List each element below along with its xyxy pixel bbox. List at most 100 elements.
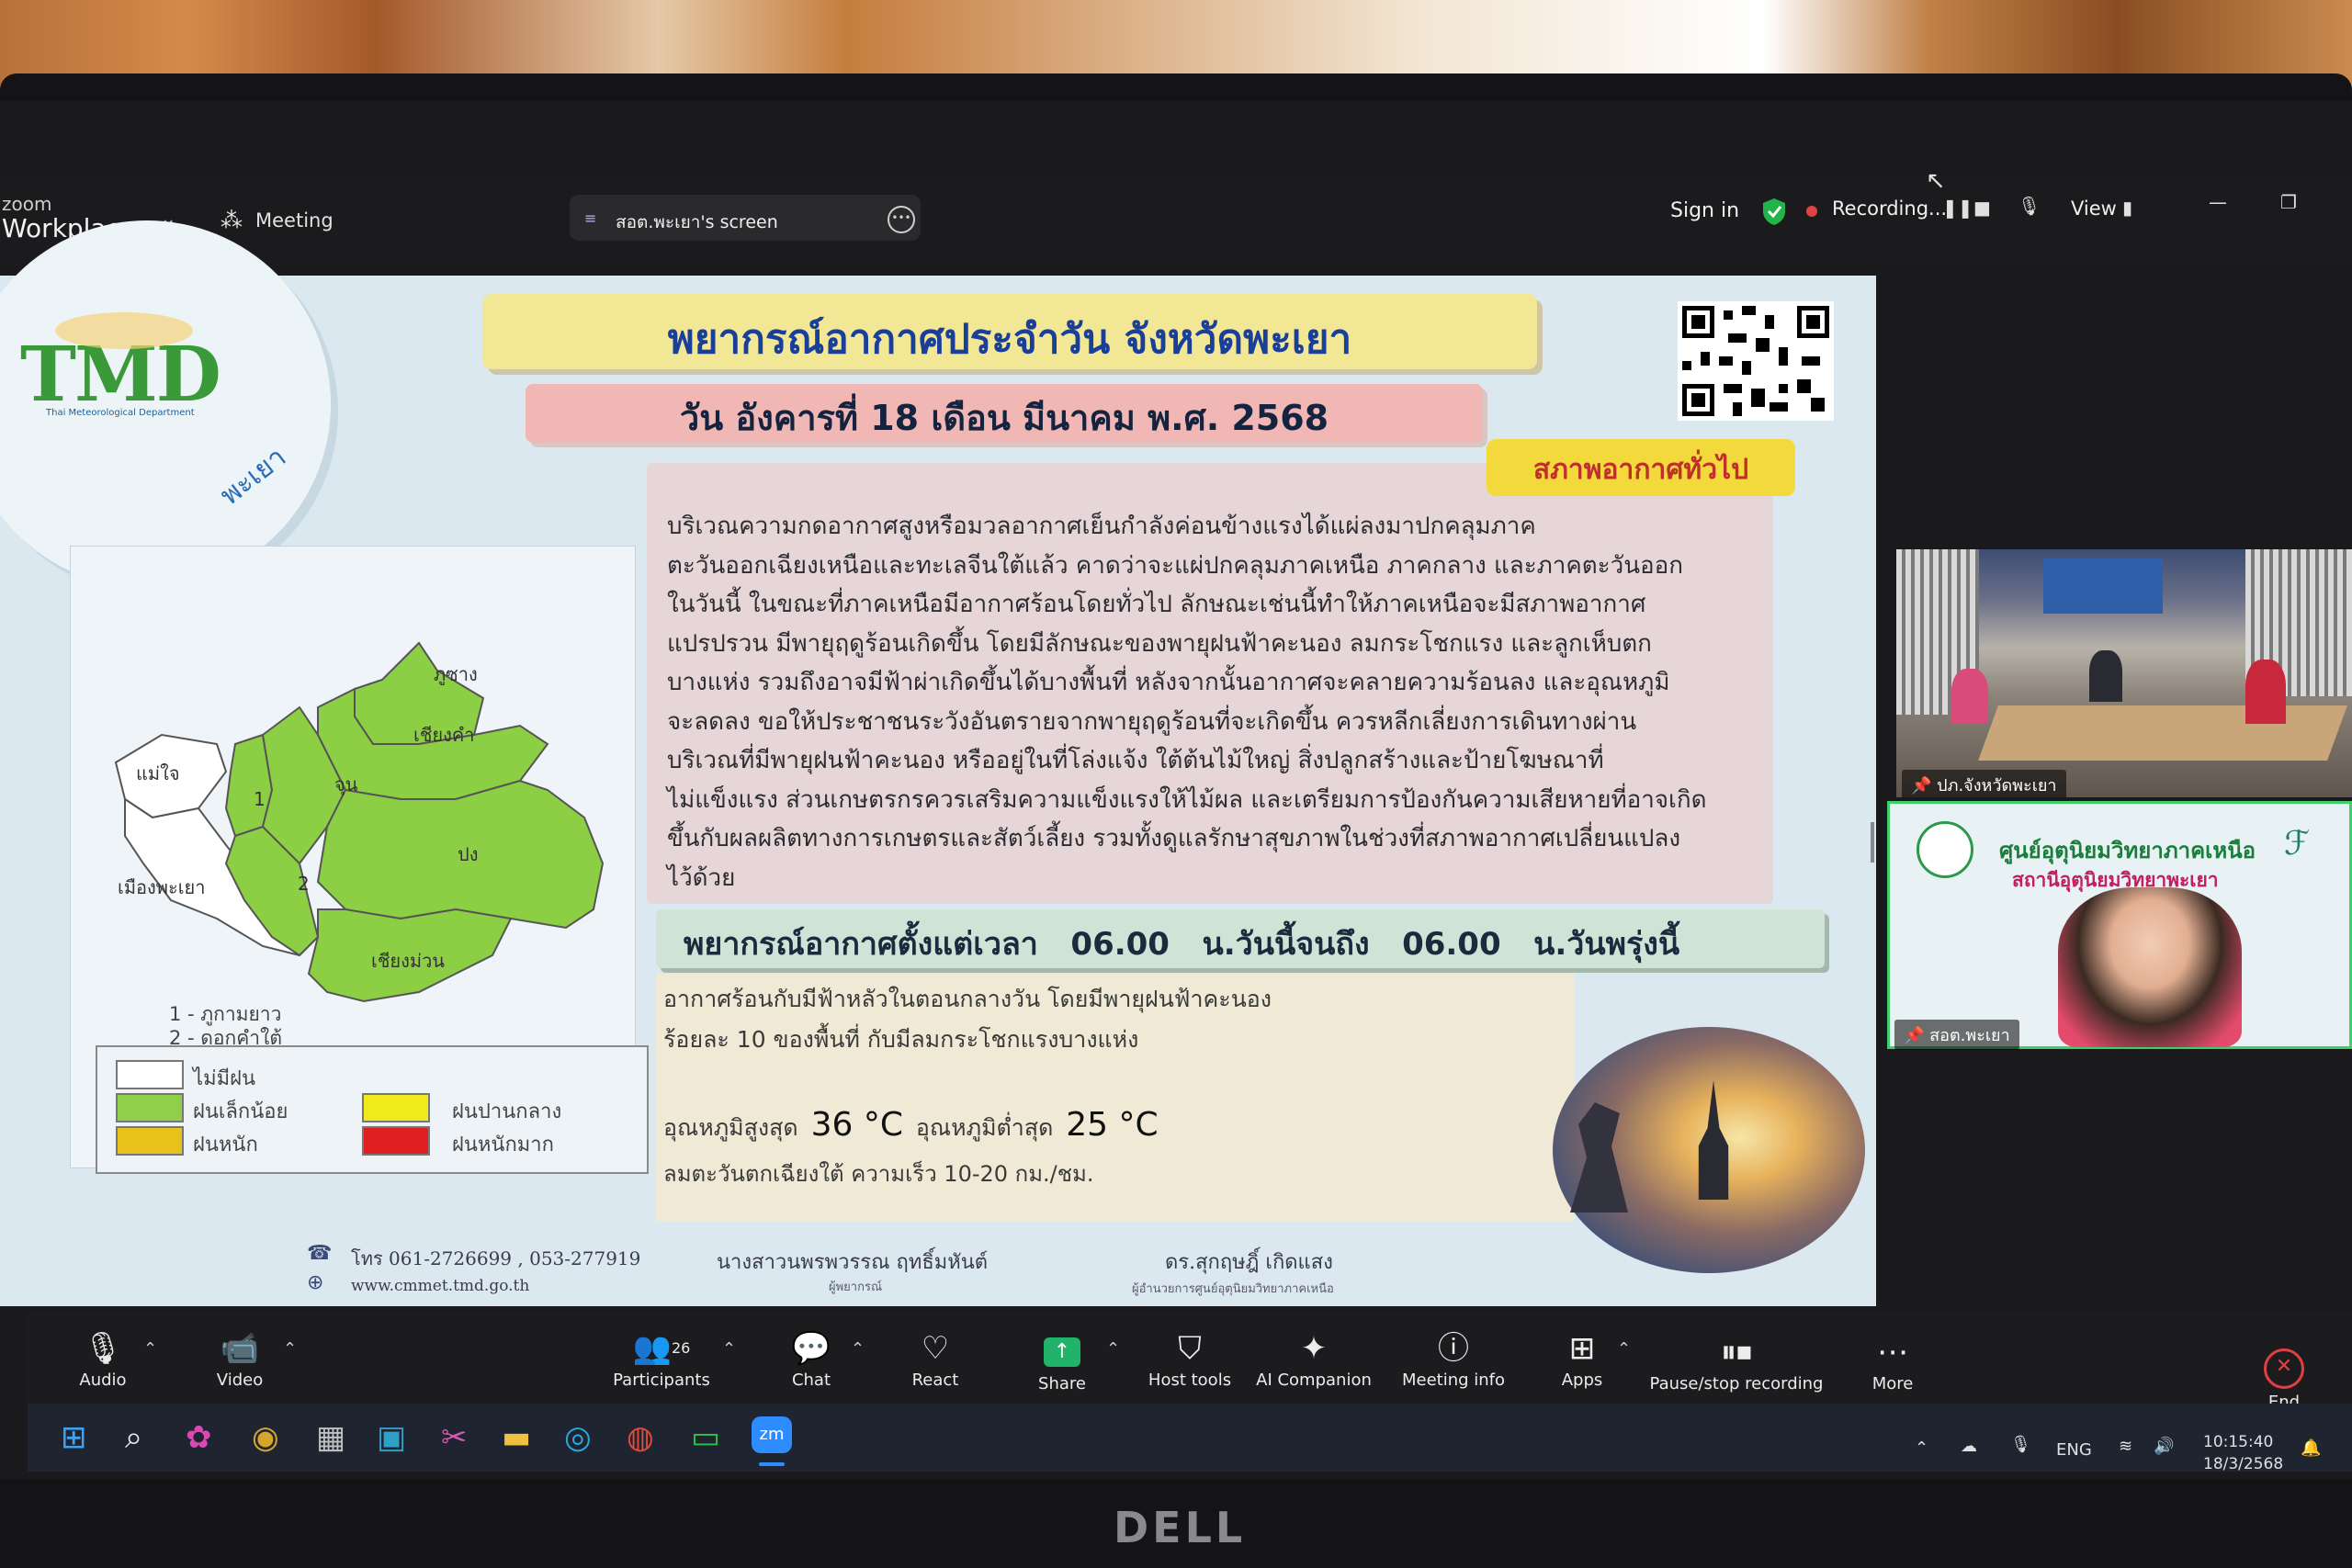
participants-label: Participants (613, 1371, 710, 1390)
meeting-info-button[interactable]: ⓘ Meeting info (1389, 1330, 1518, 1390)
windows-start-icon[interactable]: ⊞ (61, 1404, 87, 1472)
province-map (114, 641, 605, 1003)
general-weather-text: บริเวณความกดอากาศสูงหรือมวลอากาศเย็นกำลั… (667, 507, 1770, 897)
snipping-tool-icon[interactable]: ✂ (441, 1404, 468, 1472)
participant-figure (2245, 660, 2286, 724)
video-tile-room[interactable]: 📌 ปภ.จังหวัดพะเยา (1896, 549, 2352, 797)
tray-overflow-icon[interactable]: ⌃ (1915, 1438, 1928, 1458)
video-tile-label: 📌 ปภ.จังหวัดพะเยา (1902, 770, 2066, 797)
end-meeting-button[interactable]: ✕ End (2256, 1348, 2312, 1412)
slide-title: พยากรณ์อากาศประจำวัน จังหวัดพะเยา (667, 316, 1352, 363)
host-tools-label: Host tools (1148, 1371, 1232, 1390)
view-menu[interactable]: View (2071, 197, 2117, 220)
react-button[interactable]: ♡ React (906, 1330, 965, 1390)
microphone-tray-icon[interactable]: 🎙 (2010, 1435, 2031, 1454)
clock-time[interactable]: 10:15:40 (2203, 1433, 2273, 1451)
encryption-shield-icon[interactable] (1760, 197, 1788, 226)
temp-min-value: 25 °C (1066, 1106, 1159, 1144)
forecast-line-1: อากาศร้อนกับมีฟ้าหลัวในตอนกลางวัน โดยมีพ… (663, 986, 1272, 1012)
room-banner (2043, 558, 2163, 614)
director-name: ดร.สุกฤษฎิ์ เกิดแสง (1165, 1251, 1333, 1274)
chat-options-caret[interactable]: ⌃ (851, 1339, 865, 1359)
apps-options-caret[interactable]: ⌃ (1617, 1339, 1631, 1359)
more-options-icon[interactable]: ••• (888, 206, 915, 233)
line-app-icon[interactable]: ▭ (691, 1404, 720, 1472)
legend-swatch-moderate (362, 1093, 430, 1122)
chrome-browser-icon[interactable]: ◍ (627, 1404, 654, 1472)
pause-stop-recording-button[interactable]: ⏸⏹ Pause/stop recording (1645, 1334, 1828, 1393)
audio-options-caret[interactable]: ⌃ (143, 1339, 157, 1359)
pause-stop-icon: ⏸⏹ (1721, 1334, 1752, 1371)
zoom-app-icon[interactable]: zm (752, 1416, 792, 1453)
minimize-icon[interactable]: — (2209, 191, 2227, 213)
apps-icon: ⊞ (1568, 1330, 1596, 1367)
language-indicator[interactable]: ENG (2056, 1440, 2092, 1460)
search-icon[interactable]: ⌕ (125, 1404, 142, 1472)
participant-figure (2089, 650, 2122, 702)
more-label: More (1871, 1374, 1914, 1393)
video-button[interactable]: 📹 Video (208, 1330, 272, 1390)
logo-sun-icon (55, 312, 193, 349)
wifi-icon[interactable]: ≋ (2119, 1437, 2132, 1456)
pause-stop-label: Pause/stop recording (1649, 1374, 1824, 1393)
share-button[interactable]: ↑ Share (1033, 1337, 1091, 1393)
apps-button[interactable]: ⊞ Apps (1555, 1330, 1610, 1390)
meeting-label: Meeting (255, 209, 334, 231)
network-off-icon[interactable]: ☁ (1961, 1437, 1977, 1456)
restore-window-icon[interactable]: ❐ (2280, 191, 2297, 213)
active-app-indicator (759, 1462, 785, 1466)
district-label-1: 1 (254, 788, 266, 810)
more-button[interactable]: ⋯ More (1865, 1334, 1920, 1393)
pause-recording-icon[interactable]: ❚❚ (1942, 197, 1973, 219)
legend-swatch-none (116, 1060, 184, 1089)
conference-table (1978, 705, 2347, 761)
speaker-video (2058, 887, 2242, 1047)
wind-line: ลมตะวันตกเฉียงใต้ ความเร็ว 10-20 กม./ชม. (663, 1161, 1094, 1187)
temp-max-value: 36 °C (810, 1106, 903, 1144)
video-options-caret[interactable]: ⌃ (283, 1339, 297, 1359)
qr-code-icon (1678, 301, 1834, 421)
district-label-phusang: ภูซาง (434, 663, 478, 685)
participants-options-caret[interactable]: ⌃ (722, 1339, 736, 1359)
remote-desktop-icon[interactable]: ▣ (377, 1404, 406, 1472)
ai-companion-button[interactable]: ✦ AI Companion (1250, 1330, 1378, 1390)
sign-in-link[interactable]: Sign in (1670, 199, 1739, 222)
panel-resize-handle[interactable] (1871, 822, 1874, 863)
forecaster-name: นางสาวนพรพวรรณ ฤทธิ์มหันต์ (717, 1251, 989, 1274)
tile2-name: สอต.พะเยา (1929, 1026, 2010, 1045)
legend-swatch-heavy (116, 1126, 184, 1156)
legend-swatch-very-heavy (362, 1126, 430, 1156)
view-layout-icon[interactable]: ▮ (2122, 197, 2132, 219)
clock-date[interactable]: 18/3/2568 (2203, 1455, 2283, 1473)
tmd-seal-icon (1917, 821, 1973, 878)
director-role: ผู้อำนวยการศูนย์อุตุนิยมวิทยาภาคเหนือ (1132, 1282, 1334, 1296)
notifications-icon[interactable]: 🔔 (2301, 1438, 2321, 1458)
legend-label-heavy: ฝนหนัก (193, 1134, 258, 1156)
participants-button[interactable]: 👥26 Participants (606, 1330, 717, 1390)
edge-browser-icon[interactable]: ◎ (564, 1404, 592, 1472)
recording-status[interactable]: Recording... (1832, 197, 1947, 220)
tmd-logo-subtitle: Thai Meteorological Department (46, 408, 195, 418)
meeting-menu[interactable]: ⁂ Meeting (220, 208, 334, 233)
stop-recording-icon[interactable]: ■ (1973, 197, 1991, 219)
district-label-mueang: เมืองพะเยา (118, 876, 206, 898)
microphone-status-icon[interactable]: 🎙 (2018, 195, 2041, 217)
app-icon[interactable]: ◉ (252, 1404, 279, 1472)
calculator-icon[interactable]: ▦ (316, 1404, 345, 1472)
host-tools-button[interactable]: ⛉ Host tools (1139, 1330, 1240, 1390)
general-line: แปรปรวน มีพายุฤดูร้อนเกิดขึ้น โดยมีลักษณ… (667, 629, 1652, 658)
legend-label-none: ไม่มีฝน (193, 1067, 255, 1090)
chat-button[interactable]: 💬 Chat (783, 1330, 840, 1390)
copilot-icon[interactable]: ✿ (186, 1404, 212, 1472)
phone-numbers: โทร 061-2726699 , 053-277919 (351, 1247, 641, 1269)
zoom-top-bar (0, 175, 2352, 266)
district-label-chiangmuan: เชียงม่วน (371, 950, 445, 972)
general-line: จะลดลง ขอให้ประชาชนระวังอันตรายจากพายุฤด… (667, 707, 1637, 736)
heart-icon: ♡ (921, 1330, 950, 1367)
audio-button[interactable]: 🎙 Audio (75, 1330, 130, 1390)
file-explorer-icon[interactable]: ▬ (502, 1404, 531, 1472)
share-options-caret[interactable]: ⌃ (1106, 1339, 1120, 1359)
volume-icon[interactable]: 🔊 (2154, 1437, 2174, 1456)
district-label-maechai: แม่ใจ (136, 762, 180, 784)
section-label: สภาพอากาศทั่วไป (1532, 454, 1749, 486)
